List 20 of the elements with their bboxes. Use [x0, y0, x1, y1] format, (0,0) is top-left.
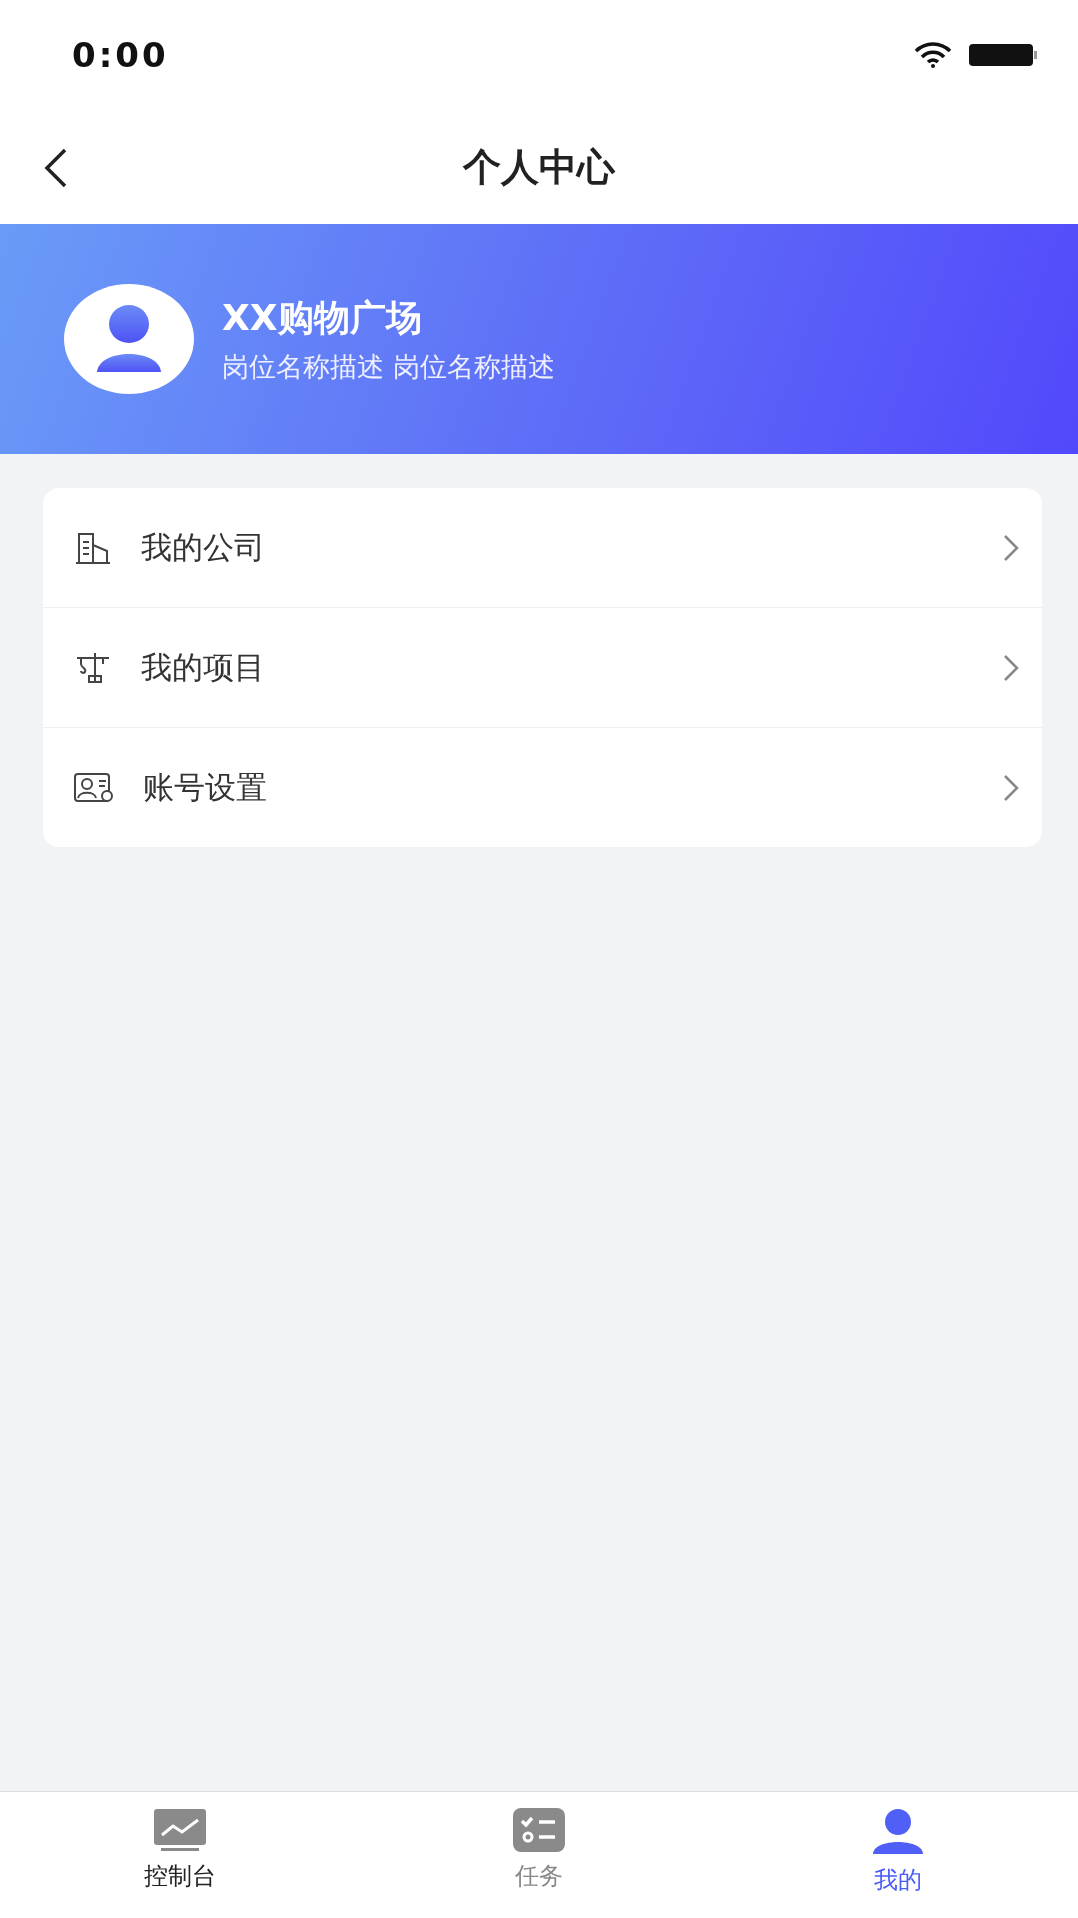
tab-item[interactable]: 任务 [359, 1792, 719, 1918]
chart-screen-icon [152, 1808, 207, 1852]
id-card-icon [73, 771, 115, 804]
tab-item[interactable]: 控制台 [0, 1792, 360, 1918]
chevron-right-icon [1002, 532, 1020, 563]
tab-item[interactable]: 我的 [718, 1792, 1078, 1918]
building-icon [73, 530, 113, 565]
profile-position: 岗位名称描述 岗位名称描述 [222, 349, 555, 384]
chevron-right-icon [1002, 652, 1020, 683]
menu-item[interactable]: 我的公司 [43, 488, 1042, 607]
status-time: 0:00 [72, 35, 169, 75]
menu-item[interactable]: 账号设置 [43, 727, 1042, 847]
chevron-right-icon [1002, 772, 1020, 803]
person-icon [871, 1808, 926, 1856]
page-title: 个人中心 [463, 143, 615, 191]
menu-item[interactable]: 我的项目 [43, 607, 1042, 727]
profile-name: XX购物广场 [222, 295, 423, 340]
checklist-icon [513, 1808, 565, 1852]
wifi-icon [914, 42, 952, 68]
battery-icon [968, 43, 1038, 67]
